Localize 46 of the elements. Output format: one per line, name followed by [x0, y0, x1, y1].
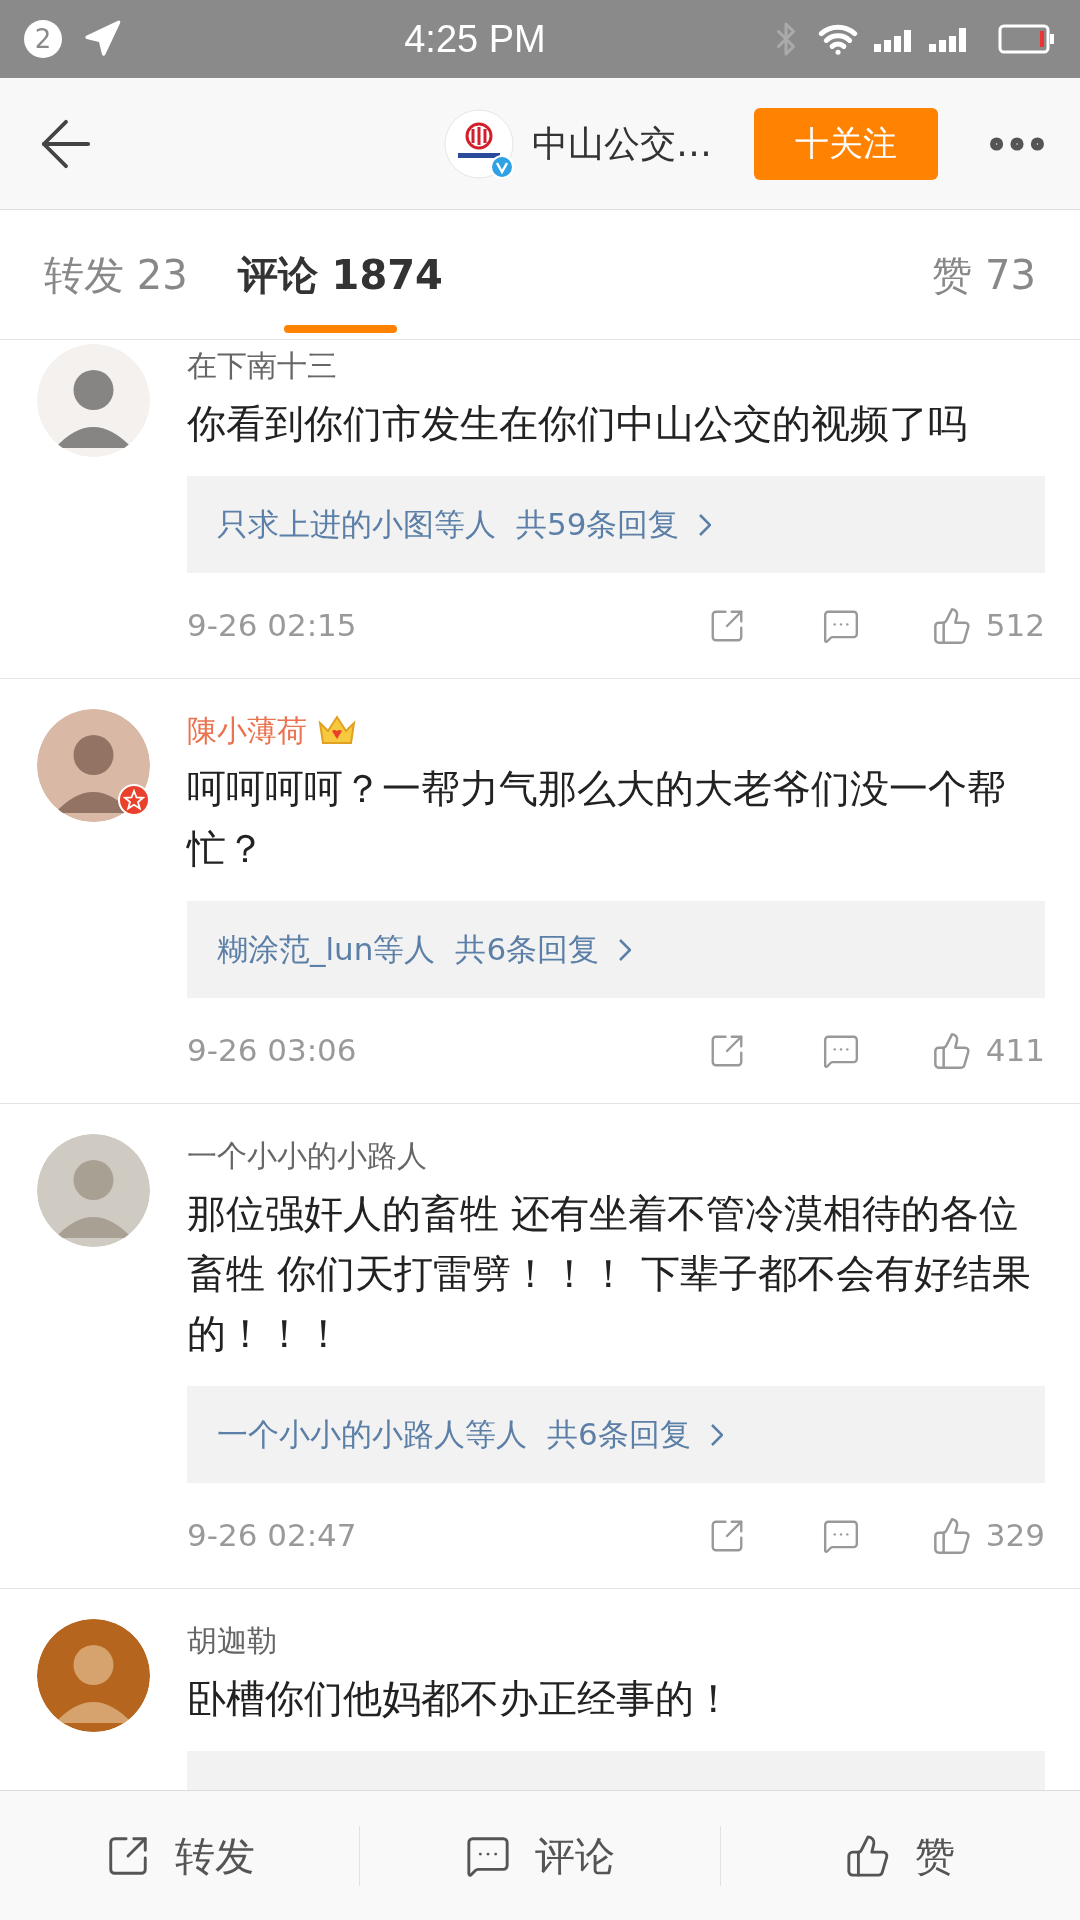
like-count: 411 — [985, 1031, 1045, 1071]
commenter-name[interactable]: 在下南十三 — [187, 344, 337, 388]
comment-time: 9-26 02:15 — [187, 606, 358, 646]
like-icon[interactable] — [931, 1030, 972, 1071]
chevron-right-icon — [710, 1423, 723, 1446]
status-time: 4:25 PM — [404, 16, 546, 62]
avatar[interactable] — [37, 1134, 150, 1247]
like-count: 329 — [985, 1516, 1045, 1556]
reply-count: 共59条回复 — [516, 505, 680, 545]
reply-count: 共6条回复 — [455, 930, 600, 970]
action-button[interactable]: 评论 — [465, 1825, 615, 1886]
tab[interactable]: 赞 73 — [932, 210, 1036, 339]
reply-preview[interactable]: 糊涂范_lun等人 共6条回复 — [187, 901, 1045, 998]
like-icon[interactable] — [931, 1515, 972, 1556]
reply-names: 只求上进的小图等人 — [217, 505, 496, 545]
notification-badge: 2 — [24, 20, 62, 58]
tab[interactable]: 转发 23 — [44, 210, 188, 339]
reply-names: 一个小小的小路人等人 — [217, 1415, 527, 1455]
account-name[interactable]: 中山公交… — [532, 116, 712, 171]
comment-text: 卧槽你们他妈都不办正经事的！ — [187, 1675, 734, 1723]
like-icon[interactable] — [931, 605, 972, 646]
action-button[interactable]: 赞 — [845, 1825, 956, 1886]
reply-names: 糊涂范_lun等人 — [217, 930, 436, 970]
comment-text: 呵呵呵呵？一帮力气那么大的大老爷们没一个帮忙？ — [187, 765, 1007, 873]
reply-count: 共6条回复 — [547, 1415, 691, 1455]
account-logo[interactable] — [444, 108, 514, 179]
avatar[interactable] — [37, 1619, 150, 1732]
chevron-right-icon — [699, 513, 712, 536]
chevron-right-icon — [619, 938, 632, 961]
comment-time: 9-26 03:06 — [187, 1031, 358, 1071]
location-icon — [82, 19, 122, 59]
commenter-name[interactable]: 胡迦勒 — [187, 1619, 277, 1663]
commenter-name[interactable]: 一个小小的小路人 — [187, 1134, 427, 1178]
comment-text: 你看到你们市发生在你们中山公交的视频了吗 — [187, 400, 968, 448]
star-badge-icon — [118, 784, 150, 816]
comment-time: 9-26 02:47 — [187, 1516, 358, 1556]
reply-preview[interactable]: 一个小小的小路人等人 共6条回复 — [187, 1386, 1045, 1483]
comment-text: 那位强奸人的畜牲 还有坐着不管冷漠相待的各位畜牲 你们天打雷劈！！！ 下辈子都不会有好结果的！！！ — [187, 1190, 1032, 1358]
tab[interactable]: 评论 1874 — [237, 210, 443, 339]
avatar[interactable] — [37, 709, 150, 822]
like-count: 512 — [985, 606, 1045, 646]
battery-icon — [998, 23, 1056, 55]
commenter-name[interactable]: 陳小薄荷 — [187, 709, 307, 753]
avatar[interactable] — [37, 344, 150, 457]
action-button[interactable]: 转发 — [104, 1825, 255, 1886]
reply-preview[interactable]: 只求上进的小图等人 共59条回复 — [187, 476, 1045, 573]
